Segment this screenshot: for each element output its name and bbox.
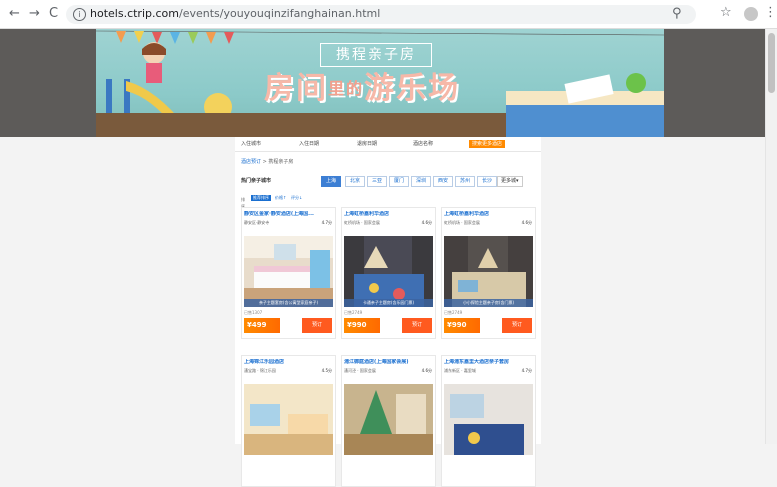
- book-button[interactable]: 预订: [402, 318, 432, 333]
- city-tab-beijing[interactable]: 北京: [345, 176, 366, 187]
- breadcrumb-sep: >: [262, 159, 267, 165]
- hotel-card[interactable]: 上海浦东嘉里大酒店亲子套房 浦东新区 · 嘉里城 4.7分: [441, 355, 536, 487]
- book-button[interactable]: 预订: [502, 318, 532, 333]
- hotel-name[interactable]: 浦江御庭酒店(上海国家会展): [344, 359, 414, 366]
- avatar[interactable]: [744, 7, 758, 21]
- banner-tag: 携程亲子房: [320, 43, 432, 67]
- city-tab-changsha[interactable]: 长沙: [477, 176, 498, 187]
- hotel-name-field[interactable]: 酒店名称: [413, 140, 433, 148]
- hotel-location: 虹桥机场 · 国家会展: [444, 220, 480, 225]
- room-caption: 小小探险主题亲子房(含门票): [444, 299, 533, 307]
- hotel-score: 4.6分: [421, 220, 432, 225]
- room-photo-image: [244, 384, 333, 455]
- sort-score[interactable]: 评分↓: [289, 195, 304, 201]
- hotel-name[interactable]: 上海锦江乐园酒店: [244, 359, 314, 366]
- sold-count: 已售2749: [344, 310, 363, 315]
- zoom-icon[interactable]: ⚲: [672, 7, 682, 21]
- promo-banner: 携程亲子房 房间里的游乐场: [96, 29, 664, 137]
- back-arrow-icon[interactable]: ←: [9, 7, 20, 21]
- hotel-score: 4.6分: [421, 368, 432, 373]
- hotel-location: 静安区·静安寺: [244, 220, 270, 225]
- banner-title-b: 游乐场: [364, 71, 461, 106]
- info-icon[interactable]: i: [73, 8, 86, 21]
- more-cities-dropdown[interactable]: 更多城▾: [497, 176, 523, 187]
- banner-title-small: 里的: [328, 79, 365, 98]
- hotel-card[interactable]: 静安区金家·静安酒店(上海国... 静安区·静安寺 4.7分 亲子主题套房(含公…: [241, 207, 336, 339]
- checkin-city-field[interactable]: 入住城市: [241, 140, 261, 148]
- city-tab-shanghai[interactable]: 上海: [321, 176, 342, 187]
- city-tab-suzhou[interactable]: 苏州: [455, 176, 476, 187]
- city-filter-label: 热门亲子城市: [241, 178, 272, 184]
- hotel-name[interactable]: 上海虹桥嘉利华酒店: [344, 211, 414, 218]
- hotel-score: 4.7分: [321, 220, 332, 225]
- hotel-photo[interactable]: [244, 384, 333, 455]
- banner-title-a: 房间: [264, 71, 328, 106]
- hotel-name[interactable]: 上海虹桥嘉利华酒店: [444, 211, 514, 218]
- room-photo-image: [344, 384, 433, 455]
- main-content: 酒店预订 > 携程亲子房 热门亲子城市 上海 北京 三亚 厦门 深圳 西安 苏州…: [235, 152, 541, 487]
- price-tag: ¥990: [344, 318, 380, 333]
- room-photo-image: [244, 236, 333, 307]
- breadcrumb-current: 携程亲子房: [268, 159, 294, 165]
- checkin-date-field[interactable]: 入住日期: [299, 140, 319, 148]
- hotel-name[interactable]: 静安区金家·静安酒店(上海国...: [244, 211, 314, 218]
- hotel-score: 4.5分: [321, 368, 332, 373]
- banner-title: 房间里的游乐场: [264, 67, 460, 111]
- sort-price[interactable]: 价格↑: [273, 195, 288, 201]
- city-tab-xian[interactable]: 西安: [433, 176, 454, 187]
- room-photo-image: [444, 236, 533, 307]
- hotel-location: 漕河泾 · 国家会展: [344, 368, 376, 373]
- address-bar[interactable]: i hotels.ctrip.com/events/youyouqinzifan…: [66, 5, 696, 24]
- hotel-location: 漕宝路 · 锦江乐园: [244, 368, 276, 373]
- hotel-photo[interactable]: [344, 384, 433, 455]
- hotel-card[interactable]: 上海锦江乐园酒店 漕宝路 · 锦江乐园 4.5分: [241, 355, 336, 487]
- price-tag: ¥499: [244, 318, 280, 333]
- hotel-card[interactable]: 浦江御庭酒店(上海国家会展) 漕河泾 · 国家会展 4.6分: [341, 355, 436, 487]
- breadcrumb-home[interactable]: 酒店预订: [241, 159, 261, 165]
- hotel-card[interactable]: 上海虹桥嘉利华酒店 虹桥机场 · 国家会展 4.6分 卡通亲子主题房(含乐园门票…: [341, 207, 436, 339]
- room-photo-image: [344, 236, 433, 307]
- hotel-location: 浦东新区 · 嘉里城: [444, 368, 476, 373]
- hotel-score: 4.6分: [521, 220, 532, 225]
- hotel-photo[interactable]: 小小探险主题亲子房(含门票): [444, 236, 533, 307]
- sold-count: 已售2749: [444, 310, 463, 315]
- room-caption: 亲子主题套房(含公寓型家庭亲子): [244, 299, 333, 307]
- city-tab-xiamen[interactable]: 厦门: [389, 176, 410, 187]
- book-button[interactable]: 预订: [302, 318, 332, 333]
- hotel-card[interactable]: 上海虹桥嘉利华酒店 虹桥机场 · 国家会展 4.6分 小小探险主题亲子房(含门票…: [441, 207, 536, 339]
- hotel-photo[interactable]: 卡通亲子主题房(含乐园门票): [344, 236, 433, 307]
- hotel-photo[interactable]: [444, 384, 533, 455]
- search-bar: 入住城市 入住日期 退房日期 酒店名称 搜索更多酒店: [235, 137, 541, 152]
- breadcrumb: 酒店预订 > 携程亲子房: [241, 158, 293, 165]
- girl-illustration-icon: [142, 42, 166, 83]
- city-tab-sanya[interactable]: 三亚: [367, 176, 388, 187]
- reload-icon[interactable]: C: [49, 7, 58, 21]
- city-tab-shenzhen[interactable]: 深圳: [411, 176, 432, 187]
- hotel-name[interactable]: 上海浦东嘉里大酒店亲子套房: [444, 359, 514, 366]
- forward-arrow-icon[interactable]: →: [29, 7, 40, 21]
- url-host: hotels.ctrip.com: [90, 7, 179, 20]
- price-tag: ¥990: [444, 318, 480, 333]
- checkout-date-field[interactable]: 退房日期: [357, 140, 377, 148]
- page-scrollbar[interactable]: [765, 29, 777, 444]
- url-path: /events/youyouqinzifanghainan.html: [178, 7, 381, 20]
- sort-recommended[interactable]: 推荐排序: [251, 195, 271, 201]
- star-icon[interactable]: ☆: [720, 6, 732, 20]
- hotel-score: 4.7分: [521, 368, 532, 373]
- hotel-photo[interactable]: 亲子主题套房(含公寓型家庭亲子): [244, 236, 333, 307]
- menu-icon[interactable]: ⋮: [764, 6, 777, 20]
- room-photo-image: [444, 384, 533, 455]
- url-text[interactable]: hotels.ctrip.com/events/youyouqinzifangh…: [90, 7, 380, 21]
- bed-illustration-icon: [506, 73, 664, 137]
- room-caption: 卡通亲子主题房(含乐园门票): [344, 299, 433, 307]
- browser-toolbar: ← → C i hotels.ctrip.com/events/youyouqi…: [0, 0, 777, 29]
- sold-count: 已售1307: [244, 310, 263, 315]
- hotel-location: 虹桥机场 · 国家会展: [344, 220, 380, 225]
- search-more-button[interactable]: 搜索更多酒店: [469, 140, 506, 148]
- scrollbar-thumb[interactable]: [768, 33, 775, 93]
